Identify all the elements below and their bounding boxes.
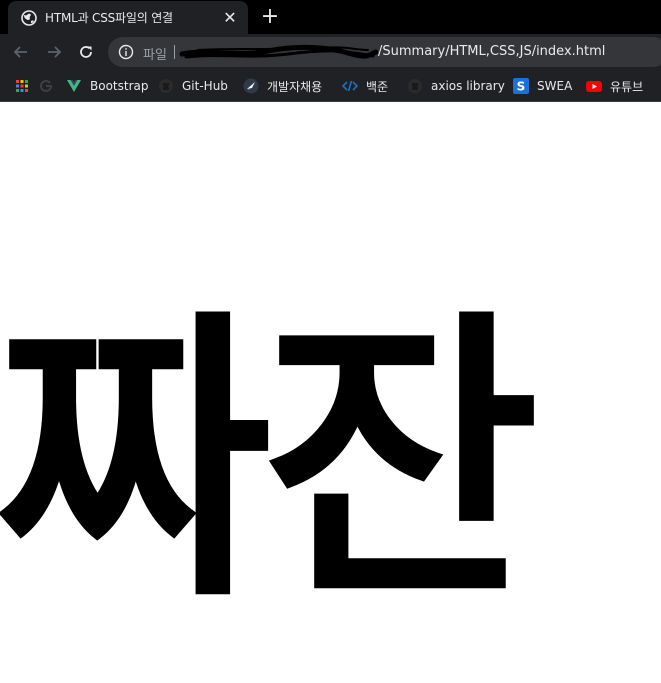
bookmark-youtube[interactable]: 유튜브 (586, 76, 643, 96)
tab-strip: HTML과 CSS파일의 연결 ✕ + (0, 0, 661, 34)
bookmark-bootstrap[interactable]: Bootstrap (66, 76, 148, 96)
reload-button[interactable] (74, 40, 98, 64)
forward-button[interactable] (42, 40, 66, 64)
apps-icon (16, 80, 28, 92)
reload-icon (80, 46, 92, 58)
youtube-icon (586, 81, 602, 92)
bookmark-axios[interactable]: axios library (407, 76, 505, 96)
info-icon[interactable] (118, 44, 134, 60)
code-icon (342, 80, 358, 92)
new-tab-button[interactable]: + (258, 5, 282, 29)
close-icon[interactable]: ✕ (222, 8, 238, 27)
github-icon (408, 79, 422, 93)
arrow-right-icon (48, 46, 62, 58)
tab-active[interactable]: HTML과 CSS파일의 연결 ✕ (8, 1, 248, 34)
toolbar: 파일 /Summary/HTML,CSS,JS/index.html (0, 34, 661, 70)
url-text: /Summary/HTML,CSS,JS/index.html (378, 44, 606, 59)
back-button[interactable] (9, 40, 33, 64)
address-bar[interactable]: 파일 /Summary/HTML,CSS,JS/index.html (108, 37, 661, 67)
page-headline: 짜잔 (0, 287, 540, 638)
scheme-label: 파일 (143, 48, 167, 63)
github-icon (159, 79, 173, 93)
google-icon (40, 80, 53, 92)
bookmark-github[interactable]: Git-Hub (158, 76, 228, 96)
swea-icon: S (513, 78, 529, 94)
redaction-scribble (179, 44, 378, 59)
bookmark-swea[interactable]: S SWEA (513, 76, 572, 96)
bookmark-apps[interactable] (14, 76, 38, 96)
svg-text:S: S (517, 80, 526, 94)
divider (174, 45, 175, 59)
globe-icon (21, 9, 37, 26)
rocket-icon (243, 78, 259, 94)
vue-icon (67, 80, 81, 92)
bookmark-baekjoon[interactable]: 백준 (342, 76, 388, 96)
bookmark-google[interactable] (38, 76, 62, 96)
bookmark-jobs[interactable]: 개발자채용 (243, 76, 322, 96)
page-content: 짜잔 (0, 102, 661, 683)
arrow-left-icon (13, 46, 27, 58)
bookmarks-bar: Bootstrap Git-Hub 개발자채용 백준 axios library… (0, 70, 661, 102)
tab-title: HTML과 CSS파일의 연결 (45, 11, 173, 25)
